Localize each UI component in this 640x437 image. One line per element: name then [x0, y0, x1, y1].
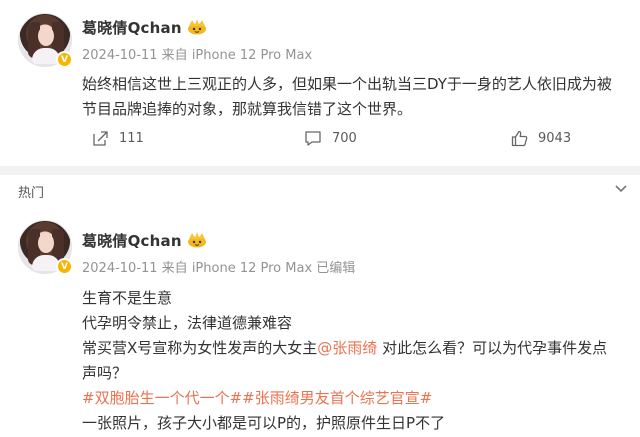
post-card-2: V 葛晓倩Qchan 2024-10-11 来自 iPhone 12 Pro M… [0, 206, 640, 437]
like-button[interactable]: 9043 [511, 130, 571, 147]
post-meta: 2024-10-11 来自 iPhone 12 Pro Max [82, 48, 313, 63]
hashtag-link[interactable]: #双胞胎生一个代一个##张雨绮男友首个综艺官宣# [82, 386, 622, 411]
share-icon [93, 131, 108, 146]
hot-section-title: 热门 [18, 186, 45, 201]
content-line: 一张照片，孩子大小都是可以P的，护照原件生日P不了 [82, 414, 446, 432]
section-divider [0, 166, 640, 175]
like-count: 9043 [538, 131, 572, 146]
content-text: 常买营X号宣称为女性发声的大女主 [82, 339, 318, 357]
content-line: 代孕明令禁止，法律道德兼难容 [82, 314, 293, 332]
verified-badge-icon: V [56, 258, 73, 275]
action-bar: 111 700 9043 [0, 130, 640, 158]
crown-icon [187, 19, 206, 35]
share-button[interactable]: 111 [92, 130, 144, 147]
content-line: 生育不是生意 [82, 289, 173, 307]
content-text: 对此怎么看？可以为代孕事件发点 [377, 339, 608, 357]
chevron-down-icon[interactable] [614, 184, 628, 194]
username[interactable]: 葛晓倩Qchan [82, 17, 208, 38]
content-line: 常买营X号宣称为女性发声的大女主@张雨绮 对此怎么看？可以为代孕事件发点 [82, 336, 622, 361]
mention-link[interactable]: @张雨绮 [317, 339, 377, 357]
comment-button[interactable]: 700 [304, 130, 357, 147]
avatar[interactable]: V [18, 220, 73, 275]
share-count: 111 [119, 131, 144, 146]
avatar[interactable]: V [18, 13, 73, 68]
like-icon [511, 130, 528, 147]
content-line: 始终相信这世上三观正的人多，但如果一个出轨当三DY于一身的艺人依旧成为被 [82, 75, 612, 93]
post-card-1: V 葛晓倩Qchan 2024-10-11 来自 iPhone 12 Pro M… [0, 0, 640, 166]
post-content: 生育不是生意 代孕明令禁止，法律道德兼难容 常买营X号宣称为女性发声的大女主@张… [82, 286, 622, 436]
crown-icon [187, 232, 206, 248]
username[interactable]: 葛晓倩Qchan [82, 230, 208, 251]
content-line: 节目品牌追捧的对象，那就算我信错了这个世界。 [82, 100, 413, 118]
verified-badge-icon: V [56, 51, 73, 68]
post-content: 始终相信这世上三观正的人多，但如果一个出轨当三DY于一身的艺人依旧成为被 节目品… [82, 72, 622, 122]
post-meta: 2024-10-11 来自 iPhone 12 Pro Max 已编辑 [82, 261, 356, 276]
content-line: 声吗？ [82, 364, 128, 382]
comment-count: 700 [332, 131, 357, 146]
comment-icon [305, 131, 321, 146]
